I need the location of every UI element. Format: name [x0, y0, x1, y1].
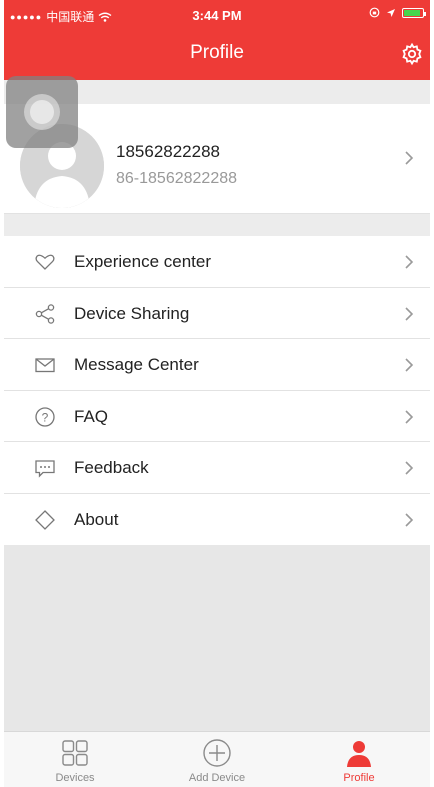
status-time: 3:44 PM — [192, 8, 242, 23]
tab-label: Profile — [343, 772, 375, 784]
tab-profile[interactable]: Profile — [288, 732, 430, 787]
menu-item-label: About — [74, 509, 119, 529]
diamond-icon — [35, 509, 55, 530]
menu-item-experience-center[interactable]: Experience center — [4, 236, 430, 288]
menu-item-about[interactable]: About — [4, 494, 430, 546]
battery-icon — [402, 7, 426, 18]
question-icon: ? — [35, 406, 55, 427]
menu-item-label: FAQ — [74, 406, 109, 426]
menu-item-device-sharing[interactable]: Device Sharing — [4, 288, 430, 339]
profile-phone: 18562822288 — [116, 142, 221, 161]
menu-item-label: Experience center — [74, 252, 212, 271]
chat-bubble-icon — [35, 460, 55, 478]
chevron-right-icon — [405, 255, 414, 269]
location-arrow-icon — [387, 8, 395, 17]
tab-label: Devices — [55, 772, 95, 784]
status-bar: ●●●●● 中国联通 3:44 PM — [4, 0, 430, 30]
tab-devices[interactable]: Devices — [4, 732, 146, 787]
section-divider — [4, 214, 430, 236]
status-right — [369, 7, 426, 18]
chevron-right-icon — [405, 512, 414, 527]
chevron-right-icon — [405, 461, 414, 475]
menu-item-label: Feedback — [74, 458, 149, 477]
tab-label: Add Device — [188, 772, 246, 784]
chevron-right-icon — [405, 151, 414, 165]
plus-circle-icon — [203, 739, 231, 767]
person-icon — [347, 741, 371, 767]
assistive-touch-button[interactable] — [6, 76, 78, 148]
heart-icon — [35, 254, 55, 270]
grid-icon — [62, 740, 88, 766]
orientation-lock-icon — [369, 7, 380, 18]
svg-text:?: ? — [42, 410, 49, 424]
header: ●●●●● 中国联通 3:44 PM Profile — [4, 0, 430, 80]
menu-list: Experience center Device Sharing Message… — [4, 236, 430, 545]
menu-item-faq[interactable]: ? FAQ — [4, 391, 430, 442]
page-title: Profile — [190, 42, 244, 63]
envelope-icon — [35, 358, 55, 373]
chevron-right-icon — [405, 306, 414, 321]
empty-background — [4, 545, 430, 731]
phone-screen: ●●●●● 中国联通 3:44 PM Profile 18562822288 8… — [0, 0, 434, 787]
profile-account: 86-18562822288 — [116, 170, 238, 187]
tab-bar: Devices Add Device Profile — [4, 731, 430, 787]
chevron-right-icon — [405, 358, 414, 372]
share-icon — [35, 303, 55, 324]
menu-item-feedback[interactable]: Feedback — [4, 442, 430, 494]
chevron-right-icon — [405, 409, 414, 424]
menu-item-message-center[interactable]: Message Center — [4, 339, 430, 391]
menu-item-label: Message Center — [74, 355, 199, 374]
tab-add-device[interactable]: Add Device — [146, 732, 288, 787]
menu-item-label: Device Sharing — [74, 303, 190, 323]
gear-icon[interactable] — [400, 42, 424, 66]
